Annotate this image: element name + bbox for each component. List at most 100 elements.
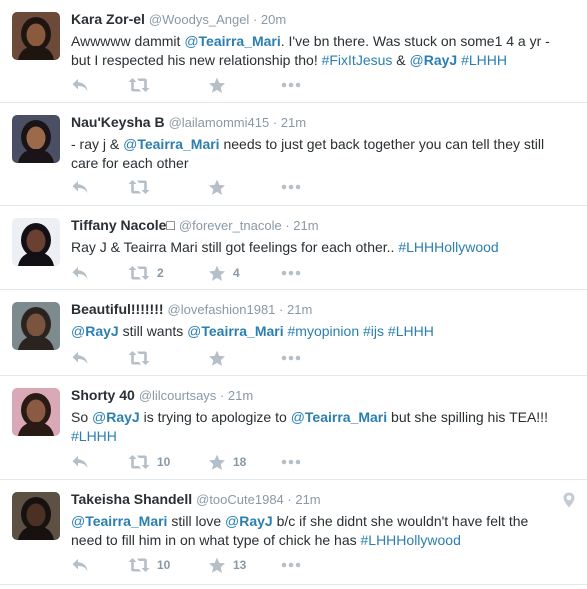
mention-link[interactable]: @Teairra_Mari xyxy=(123,136,219,152)
hashtag-link[interactable]: #FixItJesus xyxy=(322,52,393,68)
user-fullname[interactable]: Kara Zor-el xyxy=(71,11,145,27)
favorite-button[interactable]: 4 xyxy=(208,265,281,282)
mention-link[interactable]: @RayJ xyxy=(92,409,140,425)
tweet-text: @Teairra_Mari still love @RayJ b/c if sh… xyxy=(71,512,575,550)
reply-button[interactable] xyxy=(71,557,128,573)
tweet-text-line: but I respected his new relationship tho… xyxy=(71,51,575,70)
user-fullname[interactable]: Takeisha Shandell xyxy=(71,491,192,507)
more-button[interactable] xyxy=(281,82,301,88)
hashtag-link[interactable]: #ijs xyxy=(363,323,384,339)
mention-link[interactable]: @Teairra_Mari xyxy=(184,33,280,49)
mention-link[interactable]: @RayJ xyxy=(71,323,119,339)
hashtag-link[interactable]: #myopinion xyxy=(288,323,360,339)
more-button[interactable] xyxy=(281,355,301,361)
tweet-header: Nau'Keysha B @lailamommi415 · 21m xyxy=(71,113,575,132)
tweet-actions: 10 13 xyxy=(71,556,301,574)
tweet-header: Tiffany Nacole□ @forever_tnacole · 21m xyxy=(71,216,575,235)
avatar[interactable] xyxy=(12,388,60,436)
user-handle[interactable]: @forever_tnacole xyxy=(179,218,282,233)
avatar[interactable] xyxy=(12,12,60,60)
retweet-button[interactable]: 10 xyxy=(128,557,208,573)
tweet-text-line: care for each other xyxy=(71,154,575,173)
mention-at: @ xyxy=(184,33,199,49)
reply-button[interactable] xyxy=(71,179,128,195)
tweet-header: Beautiful!!!!!!! @lovefashion1981 · 21m xyxy=(71,300,575,319)
mention-link[interactable]: @Teairra_Mari xyxy=(291,409,387,425)
reply-icon xyxy=(71,179,89,195)
retweet-icon xyxy=(128,454,150,470)
user-handle[interactable]: @lovefashion1981 xyxy=(168,302,276,317)
tweet-timestamp[interactable]: 21m xyxy=(293,218,318,233)
tweet-text-line: need to fill him in on what type of chic… xyxy=(71,531,575,550)
user-handle[interactable]: @lailamommi415 xyxy=(169,115,270,130)
retweet-icon xyxy=(128,265,150,281)
retweet-button[interactable] xyxy=(128,179,208,195)
more-button[interactable] xyxy=(281,270,301,276)
hashtag-link[interactable]: #LHHHollywood xyxy=(398,239,498,255)
reply-icon xyxy=(71,350,89,366)
mention-link[interactable]: @Teairra_Mari xyxy=(71,513,167,529)
mention-link[interactable]: @RayJ xyxy=(410,52,458,68)
favorite-count: 13 xyxy=(233,558,247,572)
text-segment: need to fill him in on what type of chic… xyxy=(71,532,361,548)
retweet-button[interactable] xyxy=(128,350,208,366)
avatar[interactable] xyxy=(12,218,60,266)
user-handle[interactable]: @tooCute1984 xyxy=(196,492,284,507)
avatar[interactable] xyxy=(12,492,60,540)
hashtag-link[interactable]: #LHHH xyxy=(71,428,117,444)
retweet-button[interactable] xyxy=(128,77,208,93)
separator-dot: · xyxy=(283,492,296,507)
more-icon xyxy=(281,184,301,190)
avatar[interactable] xyxy=(12,302,60,350)
reply-button[interactable] xyxy=(71,350,128,366)
reply-button[interactable] xyxy=(71,454,128,470)
tweet-timestamp[interactable]: 21m xyxy=(228,388,253,403)
tweet-text-line: #LHHH xyxy=(71,427,575,446)
separator-dot: · xyxy=(269,115,281,130)
more-button[interactable] xyxy=(281,184,301,190)
tweet-content: Beautiful!!!!!!! @lovefashion1981 · 21m @R… xyxy=(71,300,575,341)
hashtag-link[interactable]: #LHHHollywood xyxy=(361,532,461,548)
more-button[interactable] xyxy=(281,562,301,568)
retweet-button[interactable]: 10 xyxy=(128,454,208,470)
favorite-button[interactable]: 13 xyxy=(208,557,281,574)
favorite-icon xyxy=(208,77,226,94)
map-pin-icon[interactable] xyxy=(563,492,575,513)
mention-name: RayJ xyxy=(106,409,140,425)
user-fullname[interactable]: Shorty 40 xyxy=(71,387,135,403)
tweet-text: @RayJ still wants @Teairra_Mari #myopini… xyxy=(71,322,575,341)
reply-button[interactable] xyxy=(71,77,128,93)
favorite-button[interactable]: 18 xyxy=(208,454,281,471)
user-fullname[interactable]: Tiffany Nacole□ xyxy=(71,217,175,233)
text-segment: still wants xyxy=(118,323,188,339)
hashtag-link[interactable]: #LHHH xyxy=(388,323,434,339)
mention-name: Teairra_Mari xyxy=(304,409,388,425)
tweet-header: Shorty 40 @lilcourtsays · 21m xyxy=(71,386,575,405)
mention-at: @ xyxy=(187,323,202,339)
favorite-button[interactable] xyxy=(208,350,281,367)
tweet-timestamp[interactable]: 20m xyxy=(261,12,286,27)
favorite-button[interactable] xyxy=(208,77,281,94)
tweet-text-line: - ray j & @Teairra_Mari needs to just ge… xyxy=(71,135,575,154)
reply-button[interactable] xyxy=(71,265,128,281)
reply-icon xyxy=(71,265,89,281)
avatar[interactable] xyxy=(12,115,60,163)
user-handle[interactable]: @lilcourtsays xyxy=(139,388,217,403)
text-segment: is trying to apologize to xyxy=(139,409,291,425)
more-button[interactable] xyxy=(281,459,301,465)
user-fullname[interactable]: Beautiful!!!!!!! xyxy=(71,301,164,317)
user-handle[interactable]: @Woodys_Angel xyxy=(149,12,249,27)
tweet-timestamp[interactable]: 21m xyxy=(295,492,320,507)
mention-link[interactable]: @Teairra_Mari xyxy=(187,323,283,339)
retweet-button[interactable]: 2 xyxy=(128,265,208,281)
tweet-timestamp[interactable]: 21m xyxy=(281,115,306,130)
user-fullname[interactable]: Nau'Keysha B xyxy=(71,114,165,130)
tweet: Shorty 40 @lilcourtsays · 21m So @RayJ is … xyxy=(0,376,587,480)
mention-link[interactable]: @RayJ xyxy=(225,513,273,529)
tweet-text: Ray J & Teairra Mari still got feelings … xyxy=(71,238,575,257)
hashtag-link[interactable]: #LHHH xyxy=(461,52,507,68)
text-segment: but I respected his new relationship tho… xyxy=(71,52,322,68)
tweet-timestamp[interactable]: 21m xyxy=(287,302,312,317)
tweet-actions xyxy=(71,76,301,94)
favorite-button[interactable] xyxy=(208,179,281,196)
